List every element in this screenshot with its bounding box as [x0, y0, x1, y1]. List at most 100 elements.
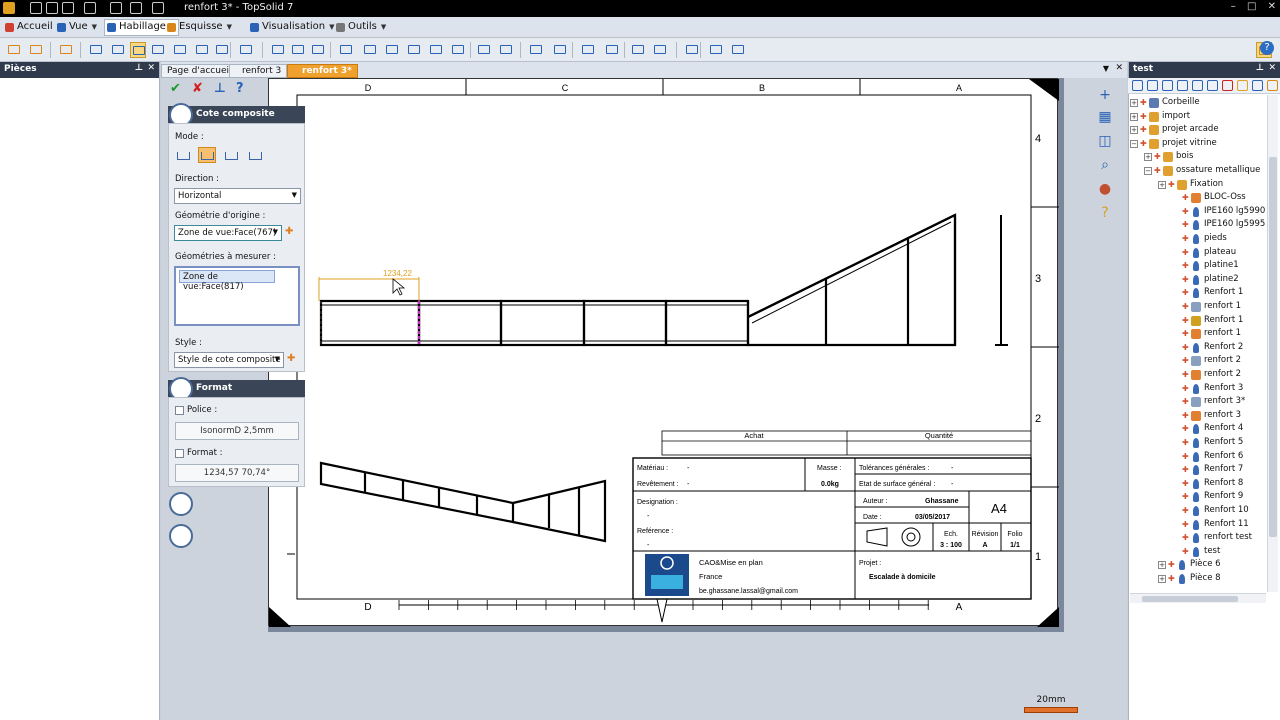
toolbar-tool-icon[interactable] — [362, 42, 378, 58]
tree-item[interactable]: ✚ Renfort 9 — [1130, 491, 1266, 504]
collapse-icon[interactable]: − — [1130, 139, 1138, 148]
measure-list-item[interactable]: Zone de vue:Face(817) — [179, 270, 275, 292]
tree-tool-icon[interactable] — [1237, 80, 1248, 91]
tree-item[interactable]: + ✚ Pièce 8 — [1130, 573, 1266, 586]
tree-item[interactable]: ✚ renfort 3 — [1130, 410, 1266, 423]
toolbar-tool-icon[interactable] — [406, 42, 422, 58]
tree-item[interactable]: + ✚ Pièce 6 — [1130, 559, 1266, 572]
toolbar-tool-icon[interactable] — [552, 42, 568, 58]
menu-esquisse[interactable]: Esquisse ▼ — [164, 19, 236, 36]
toolbar-tool-icon[interactable] — [290, 42, 306, 58]
tree-tool-icon[interactable] — [1222, 80, 1233, 91]
toolbar-tool-icon[interactable] — [28, 42, 44, 58]
save-icon[interactable] — [30, 2, 42, 14]
toolbar-tool-icon[interactable] — [684, 42, 700, 58]
tree-item[interactable]: + ✚ Corbeille — [1130, 97, 1266, 110]
toolbar-tool-icon[interactable] — [730, 42, 746, 58]
tab-renfort-3-modified[interactable]: renfort 3* — [287, 64, 358, 78]
format-field[interactable]: 1234,57 70,74° — [175, 464, 299, 482]
tree-item[interactable]: ✚ renfort 3* — [1130, 396, 1266, 409]
tree-item[interactable]: ✚ renfort 2 — [1130, 355, 1266, 368]
print-icon[interactable] — [110, 2, 122, 14]
expand-icon[interactable]: + — [1158, 561, 1166, 570]
tree-item[interactable]: ✚ pieds — [1130, 233, 1266, 246]
toolbar-tool-icon[interactable] — [88, 42, 104, 58]
style-select[interactable]: Style de cote composite ▼ — [174, 352, 284, 368]
collapse-icon[interactable]: − — [1144, 167, 1152, 175]
help-query-icon[interactable]: ? — [1094, 202, 1116, 224]
toolbar-tool-icon[interactable] — [498, 42, 514, 58]
tree-scrollbar[interactable] — [1267, 95, 1278, 592]
toolbar-tool-icon[interactable] — [194, 42, 210, 58]
toolbar-tool-icon[interactable] — [528, 42, 544, 58]
zoom-icon[interactable]: ⌕ — [1094, 154, 1116, 176]
direction-select[interactable]: Horizontal ▼ — [174, 188, 301, 204]
chevron-down-icon[interactable]: ▼ — [381, 23, 386, 31]
pin-icon[interactable]: ⊥ — [135, 63, 143, 73]
tree-item[interactable]: ✚ Renfort 2 — [1130, 342, 1266, 355]
scroll-thumb[interactable] — [1269, 157, 1277, 537]
menu-visualisation[interactable]: Visualisation ▼ — [247, 19, 339, 36]
chevron-down-icon[interactable]: ▼ — [92, 23, 97, 31]
tree-item[interactable]: ✚ Renfort 3 — [1130, 383, 1266, 396]
toolbar-tool-icon[interactable] — [338, 42, 354, 58]
options-icon[interactable] — [130, 2, 142, 14]
tree-item[interactable]: + ✚ Fixation — [1130, 179, 1266, 192]
tree-item[interactable]: ✚ renfort 1 — [1130, 301, 1266, 314]
police-checkbox[interactable] — [175, 406, 184, 415]
add-icon[interactable]: + — [1094, 84, 1116, 106]
toolbar-tool-icon[interactable] — [652, 42, 668, 58]
tree-item[interactable]: ✚ Renfort 6 — [1130, 451, 1266, 464]
tree-tool-icon[interactable] — [1192, 80, 1203, 91]
hscroll-thumb[interactable] — [1142, 596, 1238, 602]
close-window-button[interactable]: ✕ — [1268, 1, 1276, 12]
expand-icon[interactable]: + — [1130, 112, 1138, 121]
add-style-icon[interactable]: ✚ — [287, 353, 295, 364]
close-document-icon[interactable]: ✕ — [1115, 63, 1123, 73]
toolbar-tool-icon[interactable] — [604, 42, 620, 58]
toolbar-tool-icon[interactable] — [214, 42, 230, 58]
tree-item[interactable]: ✚ BLOC-Oss — [1130, 192, 1266, 205]
tree-item[interactable]: ✚ Renfort 7 — [1130, 464, 1266, 477]
tree-tool-icon[interactable] — [1162, 80, 1173, 91]
tree-item[interactable]: ✚ Renfort 10 — [1130, 505, 1266, 518]
view-layout-icon[interactable]: ▦ — [1094, 106, 1116, 128]
toolbar-tool-icon[interactable] — [580, 42, 596, 58]
tree-item[interactable]: ✚ IPE160 lg5995 — [1130, 219, 1266, 232]
toolbar-tool-icon[interactable] — [58, 42, 74, 58]
tree-item[interactable]: ✚ platine1 — [1130, 260, 1266, 273]
undo-icon[interactable] — [62, 2, 74, 14]
chevron-down-icon[interactable]: ▼ — [227, 23, 232, 31]
minimize-button[interactable]: – — [1231, 1, 1236, 12]
format-checkbox[interactable] — [175, 449, 184, 458]
toolbar-tool-icon[interactable] — [110, 42, 126, 58]
add-origin-icon[interactable]: ✚ — [285, 226, 293, 237]
toolbar-tool-icon[interactable] — [6, 42, 22, 58]
toolbar-tool-icon[interactable] — [130, 42, 146, 58]
tree-tool-icon[interactable] — [1147, 80, 1158, 91]
tree-tool-icon[interactable] — [1207, 80, 1218, 91]
tree-tool-icon[interactable] — [1132, 80, 1143, 91]
tree-item[interactable]: ✚ Renfort 1 — [1130, 315, 1266, 328]
mode-baseline-icon[interactable] — [222, 147, 240, 163]
tree-item[interactable]: ✚ Renfort 4 — [1130, 423, 1266, 436]
close-icon[interactable]: ✕ — [1268, 63, 1276, 73]
tree-tool-icon[interactable] — [1177, 80, 1188, 91]
expand-icon[interactable]: + — [1130, 126, 1138, 135]
tree-item[interactable]: − ✚ ossature metallique — [1130, 165, 1266, 178]
expand-icon[interactable]: + — [1144, 153, 1152, 162]
toolbar-tool-icon[interactable] — [270, 42, 286, 58]
measure-list[interactable]: Zone de vue:Face(817) — [174, 266, 300, 326]
extra-option-icon[interactable] — [169, 492, 193, 516]
toolbar-tool-icon[interactable] — [384, 42, 400, 58]
expand-icon[interactable]: + — [1158, 575, 1166, 583]
tree-item[interactable]: ✚ Renfort 8 — [1130, 478, 1266, 491]
redo-icon[interactable] — [84, 2, 96, 14]
toolbar-tool-icon[interactable] — [150, 42, 166, 58]
tree-item[interactable]: ✚ plateau — [1130, 247, 1266, 260]
police-field[interactable]: IsonormD 2,5mm — [175, 422, 299, 440]
palette-icon[interactable]: ● — [1094, 178, 1116, 200]
expand-icon[interactable]: + — [1158, 180, 1166, 189]
maximize-button[interactable]: □ — [1247, 1, 1256, 12]
tree-item[interactable]: ✚ renfort 1 — [1130, 328, 1266, 341]
